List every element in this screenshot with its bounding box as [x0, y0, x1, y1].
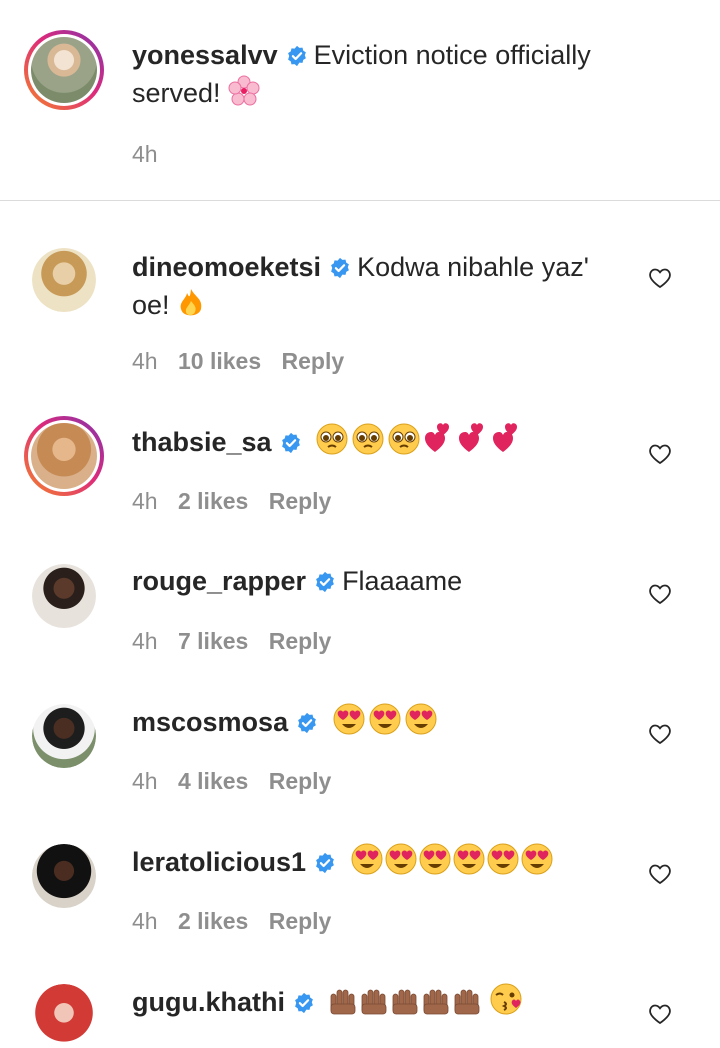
- heart-outline-icon[interactable]: [648, 266, 672, 290]
- avatar-mscosmosa[interactable]: [32, 704, 96, 768]
- caption-time: 4h: [132, 141, 158, 167]
- fire-icon: [180, 289, 202, 316]
- heart-eyes-face-icons: [351, 843, 553, 875]
- comment-likes[interactable]: 7 likes: [178, 628, 248, 654]
- heart-outline-icon[interactable]: [648, 442, 672, 466]
- comment-likes[interactable]: 2 likes: [178, 488, 248, 514]
- avatar-gugu.khathi[interactable]: [32, 984, 96, 1048]
- caption-text: yonessalvv Eviction notice officially ser…: [132, 36, 632, 112]
- comment-username[interactable]: dineomoeketsi: [132, 252, 321, 282]
- avatar-thabsie_sa[interactable]: [24, 416, 104, 496]
- avatar-leratolicious1[interactable]: [32, 844, 96, 908]
- comment-meta: 4h 7 likes Reply: [132, 628, 345, 655]
- reply-button[interactable]: Reply: [269, 768, 332, 794]
- comment-text: leratolicious1: [132, 842, 632, 881]
- comment-body: Flaaaame: [342, 566, 463, 596]
- comment-time: 4h: [132, 488, 158, 514]
- comment-meta: 4h 2 likes Reply: [132, 488, 345, 515]
- comment-likes[interactable]: 4 likes: [178, 768, 248, 794]
- verified-badge-icon: [316, 852, 334, 874]
- comment-username[interactable]: mscosmosa: [132, 707, 288, 737]
- verified-badge-icon: [287, 45, 306, 67]
- caption-username[interactable]: yonessalvv: [132, 40, 278, 70]
- avatar-yonessalvv[interactable]: [24, 30, 104, 110]
- heart-outline-icon[interactable]: [648, 722, 672, 746]
- reply-button[interactable]: Reply: [269, 488, 332, 514]
- raised-hands-and-kiss-icons: [330, 983, 521, 1015]
- heart-outline-icon[interactable]: [648, 862, 672, 886]
- comment-text: thabsie_sa: [132, 422, 632, 461]
- comment-username[interactable]: thabsie_sa: [132, 427, 272, 457]
- reply-button[interactable]: Reply: [269, 628, 332, 654]
- reply-button[interactable]: Reply: [269, 908, 332, 934]
- comment-time: 4h: [132, 768, 158, 794]
- verified-badge-icon: [298, 712, 316, 734]
- comment-text: mscosmosa: [132, 702, 632, 741]
- comment-likes[interactable]: 2 likes: [178, 908, 248, 934]
- comment-text: gugu.khathi: [132, 982, 632, 1021]
- post-caption: yonessalvv Eviction notice officially ser…: [0, 0, 720, 201]
- comment-meta: 4h 10 likes Reply: [132, 348, 358, 375]
- comment-likes[interactable]: 10 likes: [178, 348, 261, 374]
- caption-meta: 4h: [132, 141, 172, 168]
- avatar-dineomoeketsi[interactable]: [32, 248, 96, 312]
- verified-badge-icon: [316, 571, 334, 593]
- comment-username[interactable]: gugu.khathi: [132, 987, 285, 1017]
- comment-meta: 4h 4 likes Reply: [132, 768, 345, 795]
- verified-badge-icon: [295, 992, 313, 1014]
- comment-time: 4h: [132, 628, 158, 654]
- comment-text: rouge_rapper Flaaaame: [132, 562, 632, 600]
- comment-text: dineomoeketsi Kodwa nibahle yaz' oe!: [132, 248, 632, 324]
- comment-time: 4h: [132, 348, 158, 374]
- pleading-face-and-hearts-icons: [316, 423, 518, 455]
- reply-button[interactable]: Reply: [282, 348, 345, 374]
- heart-eyes-face-icons: [333, 703, 437, 735]
- heart-outline-icon[interactable]: [648, 582, 672, 606]
- comment-username[interactable]: leratolicious1: [132, 847, 306, 877]
- comment-meta: 4h 2 likes Reply: [132, 908, 345, 935]
- avatar-rouge_rapper[interactable]: [32, 564, 96, 628]
- verified-badge-icon: [281, 432, 300, 454]
- comment-username[interactable]: rouge_rapper: [132, 566, 306, 596]
- comment-time: 4h: [132, 908, 158, 934]
- heart-outline-icon[interactable]: [648, 1002, 672, 1026]
- cherry-blossom-icon: [228, 75, 260, 106]
- verified-badge-icon: [331, 257, 349, 279]
